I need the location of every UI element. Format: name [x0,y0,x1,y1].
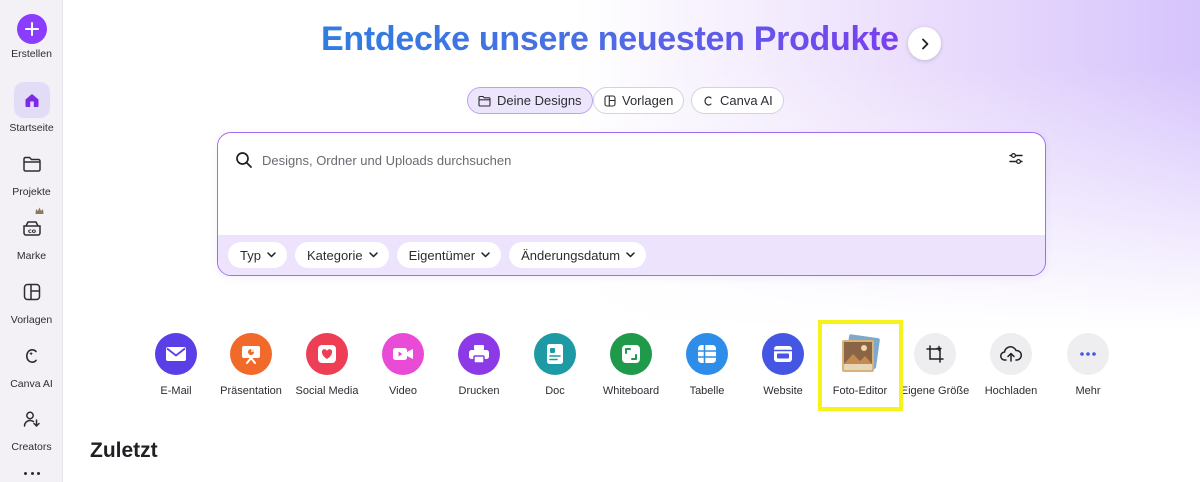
tab-canva-ai[interactable]: Canva AI [691,87,784,114]
filter-settings-icon[interactable] [1009,152,1023,165]
shortcut-label: Social Media [295,385,359,397]
search-icon [236,152,252,168]
shortcut-table[interactable]: Tabelle [667,333,747,397]
shortcut-social-media[interactable]: Social Media [287,333,367,397]
shortcut-website[interactable]: Website [743,333,823,397]
social-media-icon [306,333,348,375]
folder-icon [14,146,50,182]
shortcut-label: Whiteboard [602,385,660,397]
canva-ai-icon [14,338,50,374]
tab-label: Canva AI [720,93,773,108]
shortcut-custom-size[interactable]: Eigene Größe [895,333,975,397]
shortcut-label: E-Mail [160,385,192,397]
print-icon [458,333,500,375]
shortcut-presentation[interactable]: Präsentation [211,333,291,397]
tab-deine-designs[interactable]: Deine Designs [467,87,593,114]
sidebar-item-label: Startseite [9,122,54,134]
chevron-right-icon [921,38,928,49]
tab-vorlagen[interactable]: Vorlagen [593,87,685,114]
sidebar-item-label: Erstellen [11,48,52,60]
tab-label: Deine Designs [497,93,582,108]
shortcut-label: Drucken [458,385,500,397]
shortcut-label: Tabelle [689,385,725,397]
website-icon [762,333,804,375]
shortcut-label: Präsentation [220,385,282,397]
canva-ai-icon [704,95,712,106]
whiteboard-icon [610,333,652,375]
shortcut-label: Mehr [1075,385,1101,397]
shortcut-doc[interactable]: Doc [515,333,595,397]
shortcut-label: Eigene Größe [900,385,970,397]
crown-icon [35,207,43,214]
folder-icon [478,95,491,107]
upload-icon [990,333,1032,375]
highlight-frame [818,320,903,411]
shortcut-label: Doc [545,385,565,397]
hero-next-button[interactable] [908,27,941,60]
filter-label: Kategorie [306,247,363,263]
shortcut-label: Hochladen [984,385,1038,397]
templates-icon [604,94,616,107]
brand-icon: co [14,207,50,246]
shortcut-print[interactable]: Drucken [439,333,519,397]
home-icon [13,82,50,118]
search-row [218,133,1045,187]
plus-icon [16,14,47,44]
sidebar-item-canva-ai[interactable]: Canva AI [0,338,63,390]
hero-title: Entdecke unsere neuesten Produkte [321,20,899,58]
shortcut-whiteboard[interactable]: Whiteboard [591,333,671,397]
sidebar-item-label: Canva AI [10,378,53,390]
sidebar-item-label: Vorlagen [10,314,53,326]
sidebar-item-templates[interactable]: Vorlagen [0,274,63,326]
search-box: Typ Kategorie Eigentümer Änderungsdatum [217,132,1046,276]
search-input[interactable] [262,150,962,170]
svg-text:co: co [27,227,36,235]
chevron-down-icon [626,252,635,258]
chevron-down-icon [267,252,276,258]
main-content: Entdecke unsere neuesten Produkte Deine … [63,0,1200,482]
video-icon [382,333,424,375]
creators-icon [14,401,50,437]
filter-eigentuemer[interactable]: Eigentümer [396,242,502,268]
sidebar-item-home[interactable]: Startseite [0,82,63,134]
shortcut-upload[interactable]: Hochladen [971,333,1051,397]
more-icon [1067,333,1109,375]
sidebar-more-icon[interactable] [24,472,40,476]
shortcut-video[interactable]: Video [363,333,443,397]
filter-label: Änderungsdatum [521,247,621,263]
filter-aenderungsdatum[interactable]: Änderungsdatum [509,242,647,268]
tab-label: Vorlagen [622,93,674,108]
shortcut-email[interactable]: E-Mail [136,333,216,397]
filter-kategorie[interactable]: Kategorie [294,242,389,268]
presentation-icon [230,333,272,375]
sidebar-item-projects[interactable]: Projekte [0,146,63,198]
sidebar-item-brand[interactable]: co Marke [0,207,63,262]
sidebar-item-create[interactable]: Erstellen [0,14,63,60]
chevron-down-icon [481,252,490,258]
shortcut-label: Website [763,385,803,397]
filter-label: Eigentümer [408,247,476,263]
table-icon [686,333,728,375]
filter-label: Typ [240,247,261,263]
sidebar-item-creators[interactable]: Creators [0,401,63,453]
templates-icon [14,274,50,310]
shortcut-label: Video [389,385,417,397]
sidebar-item-label: Marke [16,250,47,262]
search-filter-bar: Typ Kategorie Eigentümer Änderungsdatum [218,235,1045,275]
recent-section-title: Zuletzt [90,439,158,462]
sidebar-item-label: Projekte [12,186,51,198]
doc-icon [534,333,576,375]
shortcut-more[interactable]: Mehr [1048,333,1128,397]
email-icon [155,333,197,375]
custom-size-icon [914,333,956,375]
filter-typ[interactable]: Typ [228,242,287,268]
sidebar-item-label: Creators [11,441,52,453]
chevron-down-icon [368,252,378,258]
sidebar: Erstellen Startseite Projekte co Marke V… [0,0,63,482]
